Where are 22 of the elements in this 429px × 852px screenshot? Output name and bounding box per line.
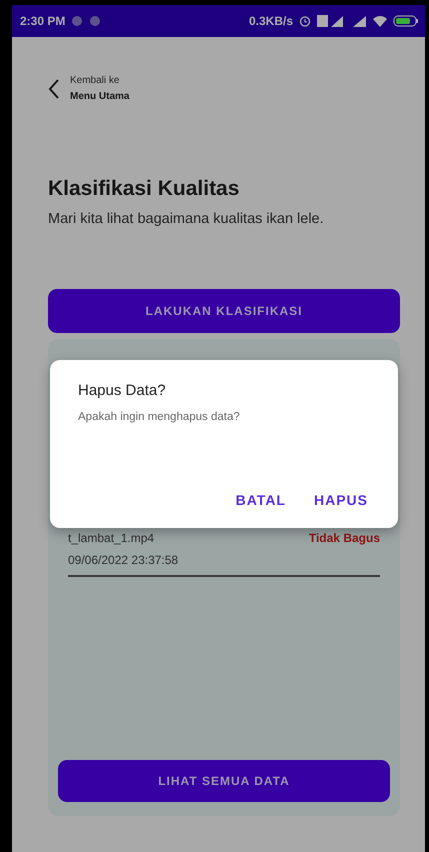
dialog-title: Hapus Data? — [78, 382, 167, 399]
page-subtitle: Mari kita lihat bagaimana kualitas ikan lele. — [48, 211, 325, 227]
alarm-icon — [299, 15, 311, 27]
view-all-button[interactable]: LIHAT SEMUA DATA — [58, 760, 390, 802]
item-datetime: 09/06/2022 23:37:58 — [68, 553, 180, 567]
status-time: 2:30 PM — [20, 14, 66, 28]
back-label: Kembali ke — [70, 75, 120, 86]
page-title: Klasifikasi Kualitas — [48, 177, 240, 201]
dialog-button[interactable]: BATAL — [228, 486, 294, 514]
battery-icon — [393, 15, 419, 27]
signal-icon — [353, 15, 367, 27]
result-label: Tidak Bagus — [308, 531, 380, 545]
dialog-button[interactable]: HAPUS — [306, 486, 376, 514]
history-item[interactable]: t_lambat_1.mp4 Tidak Bagus 09/06/2022 23:37:58 — [68, 531, 380, 577]
network-speed: 0.3KB/s — [248, 14, 293, 28]
file-name: t_lambat_1.mp4 — [68, 531, 154, 545]
notification-icon — [89, 15, 102, 27]
wifi-icon — [373, 15, 387, 27]
classify-button[interactable]: LAKUKAN KLASIFIKASI — [48, 289, 400, 333]
notification-icon — [71, 15, 84, 27]
back-title[interactable]: Menu Utama — [70, 91, 130, 102]
dialog-message: Apakah ingin menghapus data? — [78, 411, 241, 423]
